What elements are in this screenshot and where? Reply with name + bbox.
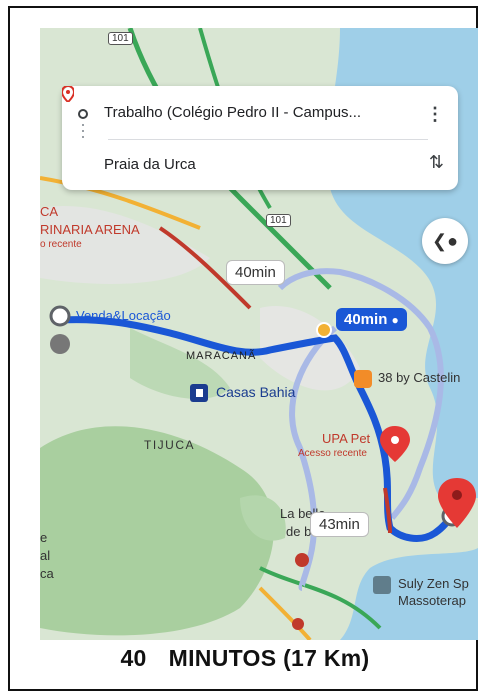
suly-label-2: Massoterap: [398, 593, 466, 608]
casas-bahia-label[interactable]: Casas Bahia: [216, 384, 295, 400]
road-shield-mid: 101: [266, 214, 291, 227]
route-dots-icon: [82, 124, 84, 142]
alt-route-time-bottom[interactable]: 43min: [310, 512, 369, 537]
origin-circle-icon: [78, 109, 88, 119]
road-shield-top: 101: [108, 32, 133, 45]
tijuca-label: TIJUCA: [144, 438, 195, 452]
main-route-time-text: 40min: [344, 311, 388, 328]
eco-leaf-icon: ●: [391, 313, 399, 327]
summary-text: MINUTOS (17 Km): [168, 645, 370, 671]
directions-card: Trabalho (Colégio Pedro II - Campus... ⋮…: [62, 86, 458, 190]
upa-label[interactable]: UPA Pet: [322, 431, 370, 446]
screenshot-frame: 101 101 CA RINARIA ARENA o recente Venda…: [8, 6, 478, 691]
left-edge-e: e: [40, 530, 48, 545]
summary-minutes: 40: [120, 645, 147, 671]
destination-field[interactable]: Praia da Urca: [104, 156, 196, 173]
left-edge-al: al: [40, 548, 51, 563]
arena-label-2: RINARIA ARENA: [40, 222, 140, 237]
arena-label-1: CA: [40, 204, 59, 219]
layers-icon: ❮●: [432, 230, 458, 251]
more-vert-icon[interactable]: ⋮: [426, 104, 444, 125]
venda-label[interactable]: Venda&Locação: [76, 308, 171, 323]
destination-pin-icon: [62, 86, 74, 102]
route-summary: 40 MINUTOS (17 Km): [10, 645, 480, 672]
upa-sublabel: Acesso recente: [298, 448, 367, 459]
origin-field[interactable]: Trabalho (Colégio Pedro II - Campus...: [104, 104, 361, 121]
maracana-label: MARACANÃ: [186, 350, 257, 362]
swap-vert-icon[interactable]: ⇅: [429, 152, 444, 173]
left-edge-ca: ca: [40, 566, 54, 581]
alt-route-time-top[interactable]: 40min: [226, 260, 285, 285]
layers-button[interactable]: ❮●: [422, 218, 468, 264]
arena-sublabel: o recente: [40, 239, 82, 250]
main-route-time[interactable]: 40min ●: [336, 308, 407, 331]
suly-label-1[interactable]: Suly Zen Sp: [398, 576, 469, 591]
field-divider: [108, 139, 428, 140]
map-view[interactable]: 101 101 CA RINARIA ARENA o recente Venda…: [40, 28, 478, 640]
restaurant-label[interactable]: 38 by Castelin: [378, 370, 460, 385]
